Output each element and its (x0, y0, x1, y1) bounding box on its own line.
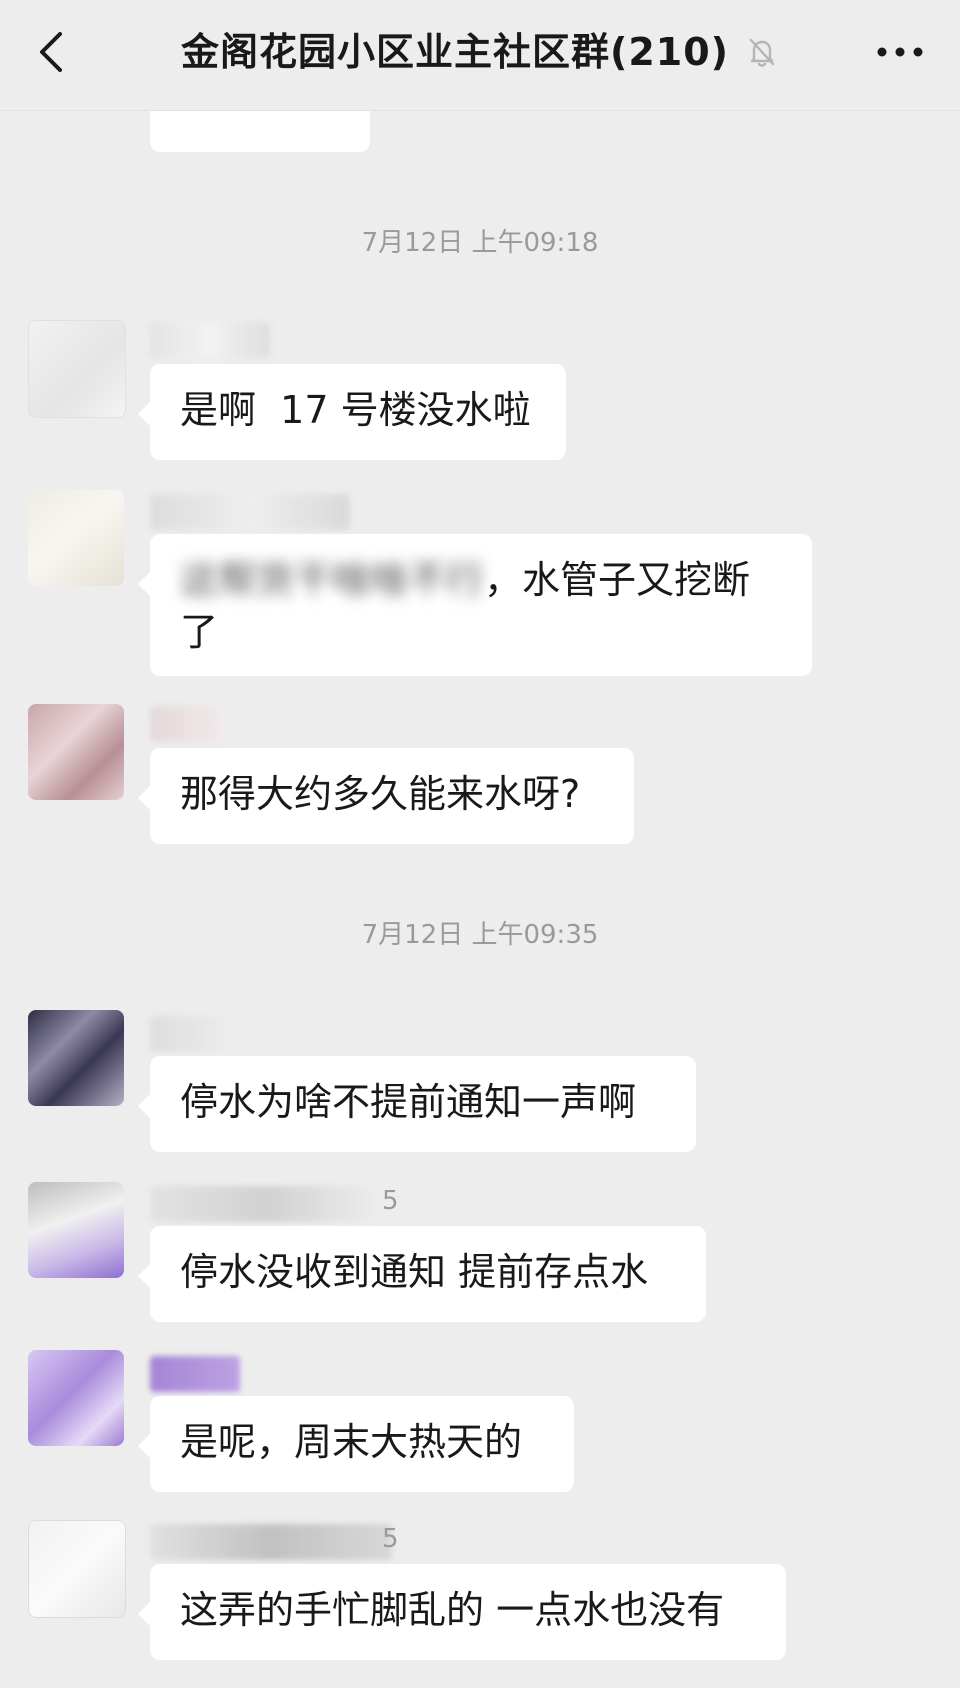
message-text-redacted: 这帮货干啥啥不行 (180, 558, 485, 602)
message-text: 那得大约多久能来水呀? (180, 772, 581, 816)
message-text: ，水管子又挖断 (484, 558, 751, 602)
message-bubble[interactable]: 那得大约多久能来水呀? (138, 748, 634, 844)
sender-name-redacted (150, 494, 350, 530)
message-text: 停水没收到通知 提前存点水 (180, 1250, 649, 1294)
avatar[interactable] (28, 490, 124, 586)
chat-title-area: 金阁花园小区业主社区群(210) (0, 28, 960, 76)
sender-name-redacted (150, 706, 222, 742)
sender-name-redacted (150, 1356, 240, 1392)
avatar[interactable] (28, 704, 124, 800)
timestamp: 7月12日 上午09:18 (361, 228, 599, 258)
more-horizontal-icon (877, 47, 923, 57)
top-bar: 金阁花园小区业主社区群(210) (0, 0, 960, 111)
bell-off-icon (749, 38, 775, 67)
message-text: 是呢，周末大热天的 (180, 1420, 523, 1464)
message-bubble[interactable]: 停水没收到通知 提前存点水 (138, 1226, 706, 1322)
sender-name-redacted (150, 1186, 380, 1222)
timestamp: 7月12日 上午09:35 (361, 920, 599, 950)
message-text-continued: 了 (180, 610, 219, 654)
sender-name-suffix: 5 (382, 1186, 399, 1216)
avatar[interactable] (28, 1182, 124, 1278)
more-options-button[interactable] (870, 30, 930, 74)
message-text: 停水为啥不提前通知一声啊 (180, 1080, 637, 1124)
message-bubble[interactable]: 是呢，周末大热天的 (138, 1396, 574, 1492)
sender-name-redacted (150, 1016, 240, 1052)
group-title: 金阁花园小区业主社区群(210) (180, 30, 730, 74)
message-bubble[interactable]: 是啊 17 号楼没水啦 (138, 364, 566, 460)
chat-message-list[interactable]: 又停水了 7月12日 上午09:18 是啊 17 号楼没水啦 这帮货干啥啥不行，… (0, 0, 960, 1688)
message-text: 这弄的手忙脚乱的 一点水也没有 (180, 1588, 725, 1632)
avatar[interactable] (28, 1010, 124, 1106)
avatar[interactable] (28, 1350, 124, 1446)
message-text: 是啊 17 号楼没水啦 (180, 388, 531, 432)
sender-name-redacted (150, 322, 270, 358)
message-bubble[interactable]: 这弄的手忙脚乱的 一点水也没有 (138, 1564, 786, 1660)
sender-name-suffix: 5 (382, 1524, 399, 1554)
avatar[interactable] (28, 320, 126, 418)
avatar[interactable] (28, 1520, 126, 1618)
message-bubble[interactable]: 这帮货干啥啥不行，水管子又挖断 了 (138, 534, 812, 676)
message-bubble[interactable]: 停水为啥不提前通知一声啊 (138, 1056, 696, 1152)
sender-name-redacted (150, 1524, 392, 1560)
